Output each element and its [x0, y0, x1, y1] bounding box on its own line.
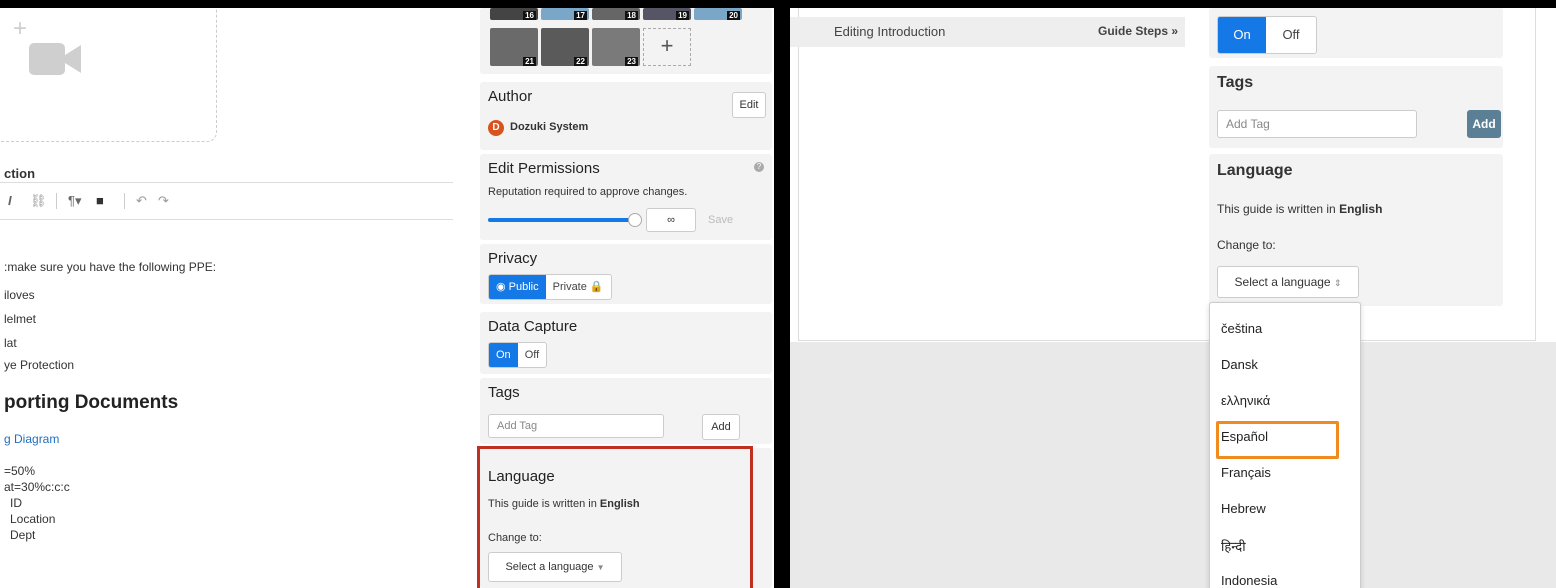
toggle-on[interactable]: On — [1218, 17, 1266, 53]
privacy-card: Privacy ◉ Public Private 🔒 — [480, 244, 772, 304]
language-card: Language This guide is written in Englis… — [1209, 154, 1503, 306]
thumbnail[interactable]: 22 — [541, 28, 589, 66]
editor-header: Editing Introduction Guide Steps » — [790, 17, 1185, 47]
video-drop-zone[interactable]: + — [0, 8, 217, 142]
author-edit-button[interactable]: Edit — [732, 92, 766, 118]
privacy-toggle: ◉ Public Private 🔒 — [488, 274, 612, 300]
permissions-save-button[interactable]: Save — [708, 214, 733, 226]
data-capture-card: Data Capture On Off — [480, 312, 772, 374]
body-line: iloves — [4, 288, 35, 302]
meta-line: ID — [10, 496, 22, 510]
media-thumbnails-card: 16 17 18 19 20 21 22 23 + — [480, 8, 772, 74]
toggle-card: On Off — [1209, 8, 1503, 58]
redo-icon[interactable]: ↷ — [158, 193, 169, 209]
link-icon[interactable]: ⛓ — [30, 193, 47, 209]
language-current: This guide is written in English — [1217, 202, 1383, 216]
tag-input[interactable]: Add Tag — [1217, 110, 1417, 138]
language-highlight-box — [477, 446, 753, 588]
reputation-slider[interactable] — [488, 213, 642, 227]
page-background — [790, 342, 1556, 588]
meta-line: Location — [10, 512, 56, 526]
meta-line: =50% — [4, 464, 36, 478]
espanol-highlight-box — [1216, 421, 1339, 459]
editor-toolbar: I ⛓ ¶▾ ■ ↶ ↷ — [0, 182, 453, 220]
language-option[interactable]: Dansk — [1221, 357, 1258, 372]
change-to-label: Change to: — [1217, 238, 1276, 252]
language-option[interactable]: हिन्दी — [1221, 537, 1246, 555]
meta-line: Dept — [10, 528, 36, 542]
toolbar-divider — [56, 193, 57, 209]
language-option[interactable]: Français — [1221, 465, 1271, 480]
privacy-title: Privacy — [488, 250, 538, 267]
edit-permissions-card: Edit Permissions ? Reputation required t… — [480, 154, 772, 240]
add-media-button[interactable]: + — [643, 28, 691, 66]
tags-title: Tags — [488, 384, 520, 401]
thumbnail[interactable]: 21 — [490, 28, 538, 66]
language-option[interactable]: ελληνικά — [1221, 393, 1270, 408]
thumbnail[interactable]: 17 — [541, 8, 589, 20]
thumbnail[interactable]: 20 — [694, 8, 742, 20]
section-label: ction — [4, 166, 36, 181]
thumbnail[interactable]: 16 — [490, 8, 538, 20]
on-off-toggle: On Off — [1217, 16, 1317, 54]
toggle-off[interactable]: Off — [1266, 17, 1316, 53]
toolbar-divider — [124, 193, 125, 209]
tag-input[interactable]: Add Tag — [488, 414, 664, 438]
right-screenshot: Editing Introduction Guide Steps » On Of… — [790, 8, 1556, 588]
body-line: :make sure you have the following PPE: — [4, 260, 217, 274]
slider-handle[interactable] — [627, 213, 642, 227]
tags-card: Tags Add Tag Add — [1209, 66, 1503, 148]
language-option[interactable]: Hebrew — [1221, 501, 1266, 516]
supporting-documents-heading: porting Documents — [4, 392, 179, 413]
permissions-title: Edit Permissions — [488, 160, 600, 177]
thumbnail[interactable]: 19 — [643, 8, 691, 20]
tags-title: Tags — [1217, 74, 1254, 91]
author-card: Author Edit D Dozuki System — [480, 82, 772, 150]
paragraph-icon[interactable]: ¶▾ — [68, 193, 82, 209]
undo-icon[interactable]: ↶ — [136, 193, 147, 209]
permissions-description: Reputation required to approve changes. — [488, 186, 688, 198]
body-line: lelmet — [4, 312, 37, 326]
author-avatar-icon: D — [488, 120, 504, 136]
language-select[interactable]: Select a language ⇕ — [1217, 266, 1359, 298]
document-link[interactable]: g Diagram — [4, 432, 59, 446]
editing-title: Editing Introduction — [834, 24, 946, 39]
data-capture-on[interactable]: On — [489, 343, 518, 367]
author-name[interactable]: Dozuki System — [510, 121, 588, 133]
privacy-public-option[interactable]: ◉ Public — [489, 275, 546, 299]
thumbnail[interactable]: 23 — [592, 28, 640, 66]
plus-icon: + — [13, 15, 28, 42]
language-title: Language — [1217, 162, 1293, 179]
reputation-input[interactable]: ∞ — [646, 208, 696, 232]
left-screenshot: + ction I ⛓ ¶▾ ■ ↶ ↷ :make sure you have… — [0, 8, 774, 588]
language-option[interactable]: Indonesia — [1221, 573, 1277, 588]
guide-steps-link[interactable]: Guide Steps » — [1098, 24, 1178, 38]
thumbnail[interactable]: 18 — [592, 8, 640, 20]
language-option[interactable]: čeština — [1221, 321, 1262, 336]
data-capture-off[interactable]: Off — [518, 343, 546, 367]
video-icon[interactable]: ■ — [96, 193, 104, 208]
italic-icon[interactable]: I — [8, 193, 12, 208]
body-line: lat — [4, 336, 17, 350]
video-camera-icon — [29, 43, 81, 75]
data-capture-title: Data Capture — [488, 318, 578, 335]
privacy-private-option[interactable]: Private 🔒 — [546, 275, 611, 299]
meta-line: at=30%c:c:c — [4, 480, 70, 494]
author-title: Author — [488, 88, 533, 105]
add-tag-button[interactable]: Add — [702, 414, 740, 440]
tags-card: Tags Add Tag Add — [480, 378, 772, 444]
data-capture-toggle: On Off — [488, 342, 548, 368]
help-icon[interactable]: ? — [754, 162, 764, 172]
add-tag-button[interactable]: Add — [1467, 110, 1501, 138]
body-line: ye Protection — [4, 358, 75, 372]
